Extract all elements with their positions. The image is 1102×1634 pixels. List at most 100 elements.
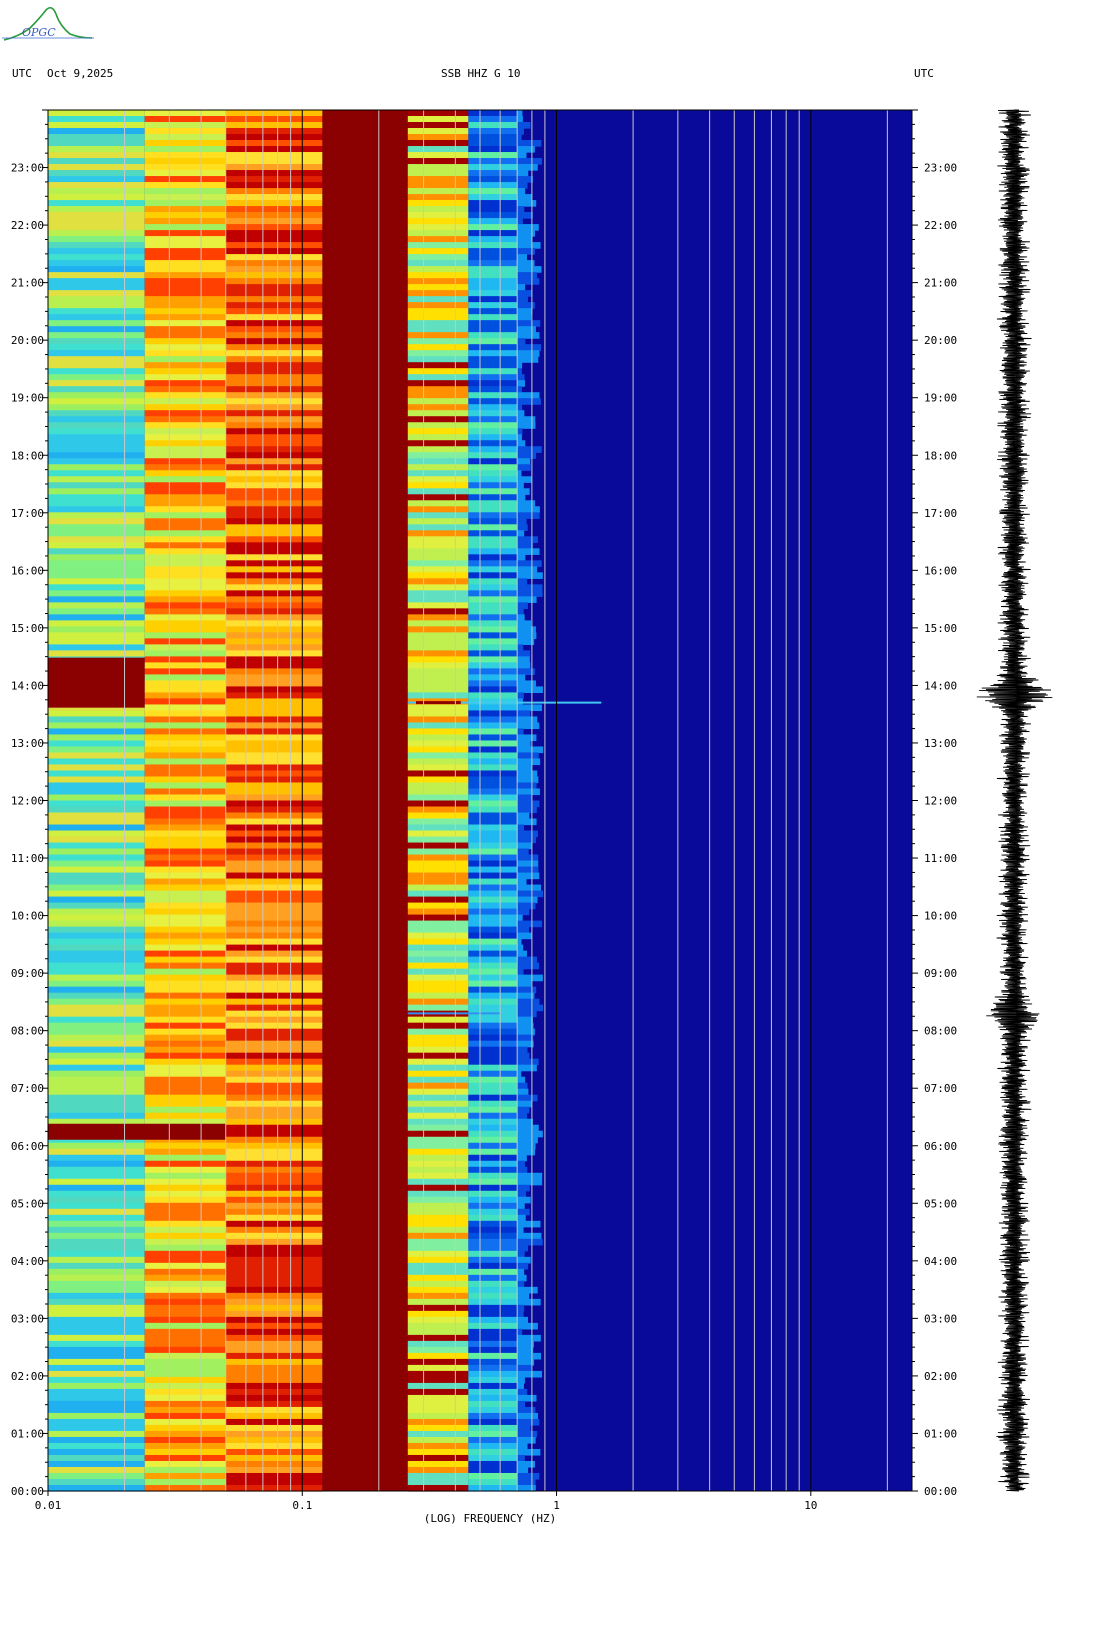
band-cell: [48, 284, 145, 291]
band-cell: [48, 1298, 145, 1306]
band-cell: [144, 1262, 226, 1270]
band-cell: [48, 1052, 145, 1060]
band-cell: [468, 1472, 518, 1480]
band-cell: [48, 1070, 145, 1078]
edge-cell: [517, 938, 522, 946]
edge-cell: [517, 686, 543, 694]
band-cell: [144, 500, 226, 507]
band-cell: [468, 1400, 518, 1408]
band-cell: [48, 1370, 145, 1378]
band-cell: [144, 608, 226, 615]
band-cell: [407, 248, 469, 255]
band-cell: [144, 980, 226, 988]
band-cell: [48, 740, 145, 748]
band-cell: [407, 608, 469, 615]
edge-cell: [517, 152, 527, 159]
band-cell: [48, 416, 145, 423]
band-cell: [225, 962, 323, 970]
band-cell: [407, 446, 469, 453]
band-cell: [225, 1418, 323, 1426]
band-cell: [468, 1388, 518, 1396]
band-cell: [144, 350, 226, 357]
band-cell: [225, 752, 323, 760]
band-cell: [48, 908, 145, 916]
edge-cell: [517, 1304, 525, 1312]
band-cell: [407, 284, 469, 291]
band-cell: [144, 140, 226, 147]
band-cell: [225, 1142, 323, 1150]
band-cell: [225, 212, 323, 219]
y-tick-label-left: 17:00: [11, 507, 44, 520]
band-cell: [48, 290, 145, 297]
band-cell: [407, 1388, 469, 1396]
band-cell: [225, 1130, 323, 1138]
band-cell: [407, 890, 469, 898]
edge-cell: [517, 524, 528, 531]
band-cell: [225, 296, 323, 303]
band-cell: [48, 716, 145, 724]
band-cell: [225, 344, 323, 351]
band-cell: [407, 1142, 469, 1150]
band-cell: [225, 1466, 323, 1474]
spectral-band-3: [322, 110, 408, 1491]
band-cell: [468, 1478, 518, 1486]
band-cell: [468, 1328, 518, 1336]
band-cell: [407, 1088, 469, 1096]
band-cell: [48, 1040, 145, 1048]
band-cell: [407, 1130, 469, 1138]
edge-cell: [517, 728, 524, 736]
band-cell: [144, 728, 226, 736]
band-cell: [407, 392, 469, 399]
band-cell: [48, 488, 145, 495]
band-cell: [48, 422, 145, 429]
band-cell: [468, 140, 518, 147]
band-cell: [225, 1292, 323, 1300]
band-cell: [225, 908, 323, 916]
band-cell: [48, 332, 145, 339]
band-cell: [144, 824, 226, 832]
band-cell: [144, 254, 226, 261]
band-cell: [225, 872, 323, 880]
band-cell: [48, 1346, 145, 1354]
band-cell: [468, 668, 518, 676]
band-cell: [48, 902, 145, 910]
band-cell: [225, 680, 323, 688]
band-cell: [407, 1256, 469, 1264]
band-cell: [225, 134, 323, 141]
band-cell: [407, 1214, 469, 1222]
band-cell: [407, 1334, 469, 1342]
edge-cell: [517, 914, 523, 922]
band-cell: [144, 464, 226, 471]
band-cell: [225, 584, 323, 591]
band-cell: [407, 626, 469, 633]
band-cell: [407, 650, 469, 657]
band-cell: [468, 764, 518, 772]
band-cell: [407, 494, 469, 501]
band-cell: [407, 1250, 469, 1258]
band-cell: [225, 1214, 323, 1222]
edge-cell: [517, 620, 532, 627]
edge-cell: [517, 1436, 536, 1444]
band-cell: [225, 554, 323, 561]
band-cell: [144, 1436, 226, 1444]
band-cell: [407, 350, 469, 357]
band-cell: [468, 1064, 518, 1072]
band-cell: [468, 1088, 518, 1096]
band-cell: [144, 1202, 226, 1210]
edge-cell: [517, 326, 536, 333]
band-cell: [144, 296, 226, 303]
band-cell: [468, 248, 518, 255]
edge-cell: [517, 980, 532, 988]
edge-cell: [517, 1076, 526, 1084]
band-cell: [225, 668, 323, 676]
edge-cell: [517, 416, 536, 423]
band-cell: [144, 956, 226, 964]
band-cell: [225, 368, 323, 375]
band-cell: [48, 326, 145, 333]
band-cell: [407, 308, 469, 315]
band-cell: [144, 770, 226, 778]
band-cell: [144, 284, 226, 291]
band-cell: [225, 638, 323, 645]
band-cell: [48, 434, 145, 441]
band-cell: [468, 1376, 518, 1384]
